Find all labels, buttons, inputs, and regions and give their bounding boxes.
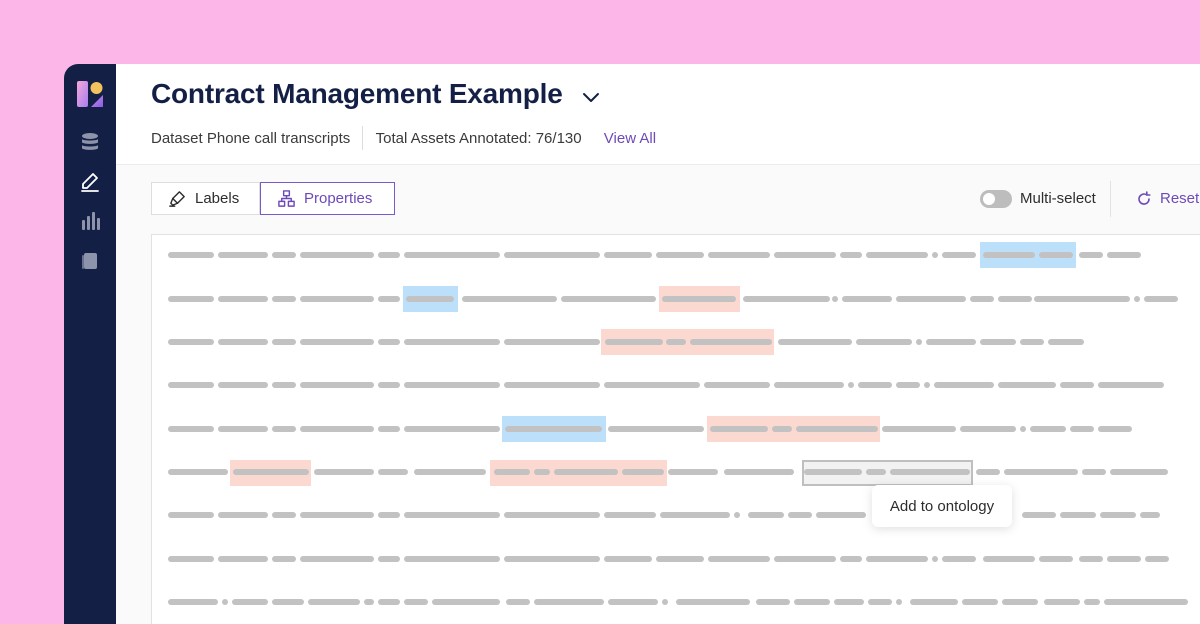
reset-button[interactable]: Reset <box>1136 190 1199 207</box>
toggle-knob <box>983 193 995 205</box>
highlighter-icon <box>169 191 185 207</box>
project-header: Contract Management Example Dataset Phon… <box>116 64 1200 165</box>
chevron-down-icon[interactable] <box>580 86 602 108</box>
app-window: Contract Management Example Dataset Phon… <box>64 64 1200 624</box>
page-title: Contract Management Example <box>151 78 563 109</box>
add-to-ontology-tooltip[interactable]: Add to ontology <box>872 485 1012 527</box>
tab-labels-label: Labels <box>195 190 240 207</box>
database-icon[interactable] <box>79 131 101 153</box>
meta-divider <box>362 126 364 150</box>
bar-chart-icon[interactable] <box>79 210 101 232</box>
hierarchy-icon <box>278 190 295 207</box>
pencil-icon[interactable] <box>79 171 101 193</box>
multi-select-label: Multi-select <box>1020 190 1096 207</box>
sidebar <box>64 64 116 624</box>
tab-labels[interactable]: Labels <box>151 182 260 215</box>
refresh-icon <box>1138 190 1151 205</box>
assets-annotated-count: Total Assets Annotated: 76/130 <box>375 129 582 147</box>
tab-properties[interactable]: Properties <box>260 182 395 215</box>
view-all-link[interactable]: View All <box>604 130 656 147</box>
app-logo <box>77 81 103 107</box>
annotation-toolbar: Labels Properties Multi-select Reset <box>116 181 1200 217</box>
project-meta: Dataset Phone call transcripts Total Ass… <box>151 126 656 150</box>
document-viewer: Add to ontology <box>151 234 1200 624</box>
tab-properties-label: Properties <box>304 190 373 207</box>
multi-select-toggle[interactable] <box>980 190 1012 208</box>
book-icon[interactable] <box>79 250 101 272</box>
reset-label: Reset <box>1160 190 1200 207</box>
toolbar-divider <box>1110 181 1111 217</box>
main-panel: Contract Management Example Dataset Phon… <box>116 64 1200 624</box>
dataset-name: Dataset Phone call transcripts <box>151 129 351 147</box>
